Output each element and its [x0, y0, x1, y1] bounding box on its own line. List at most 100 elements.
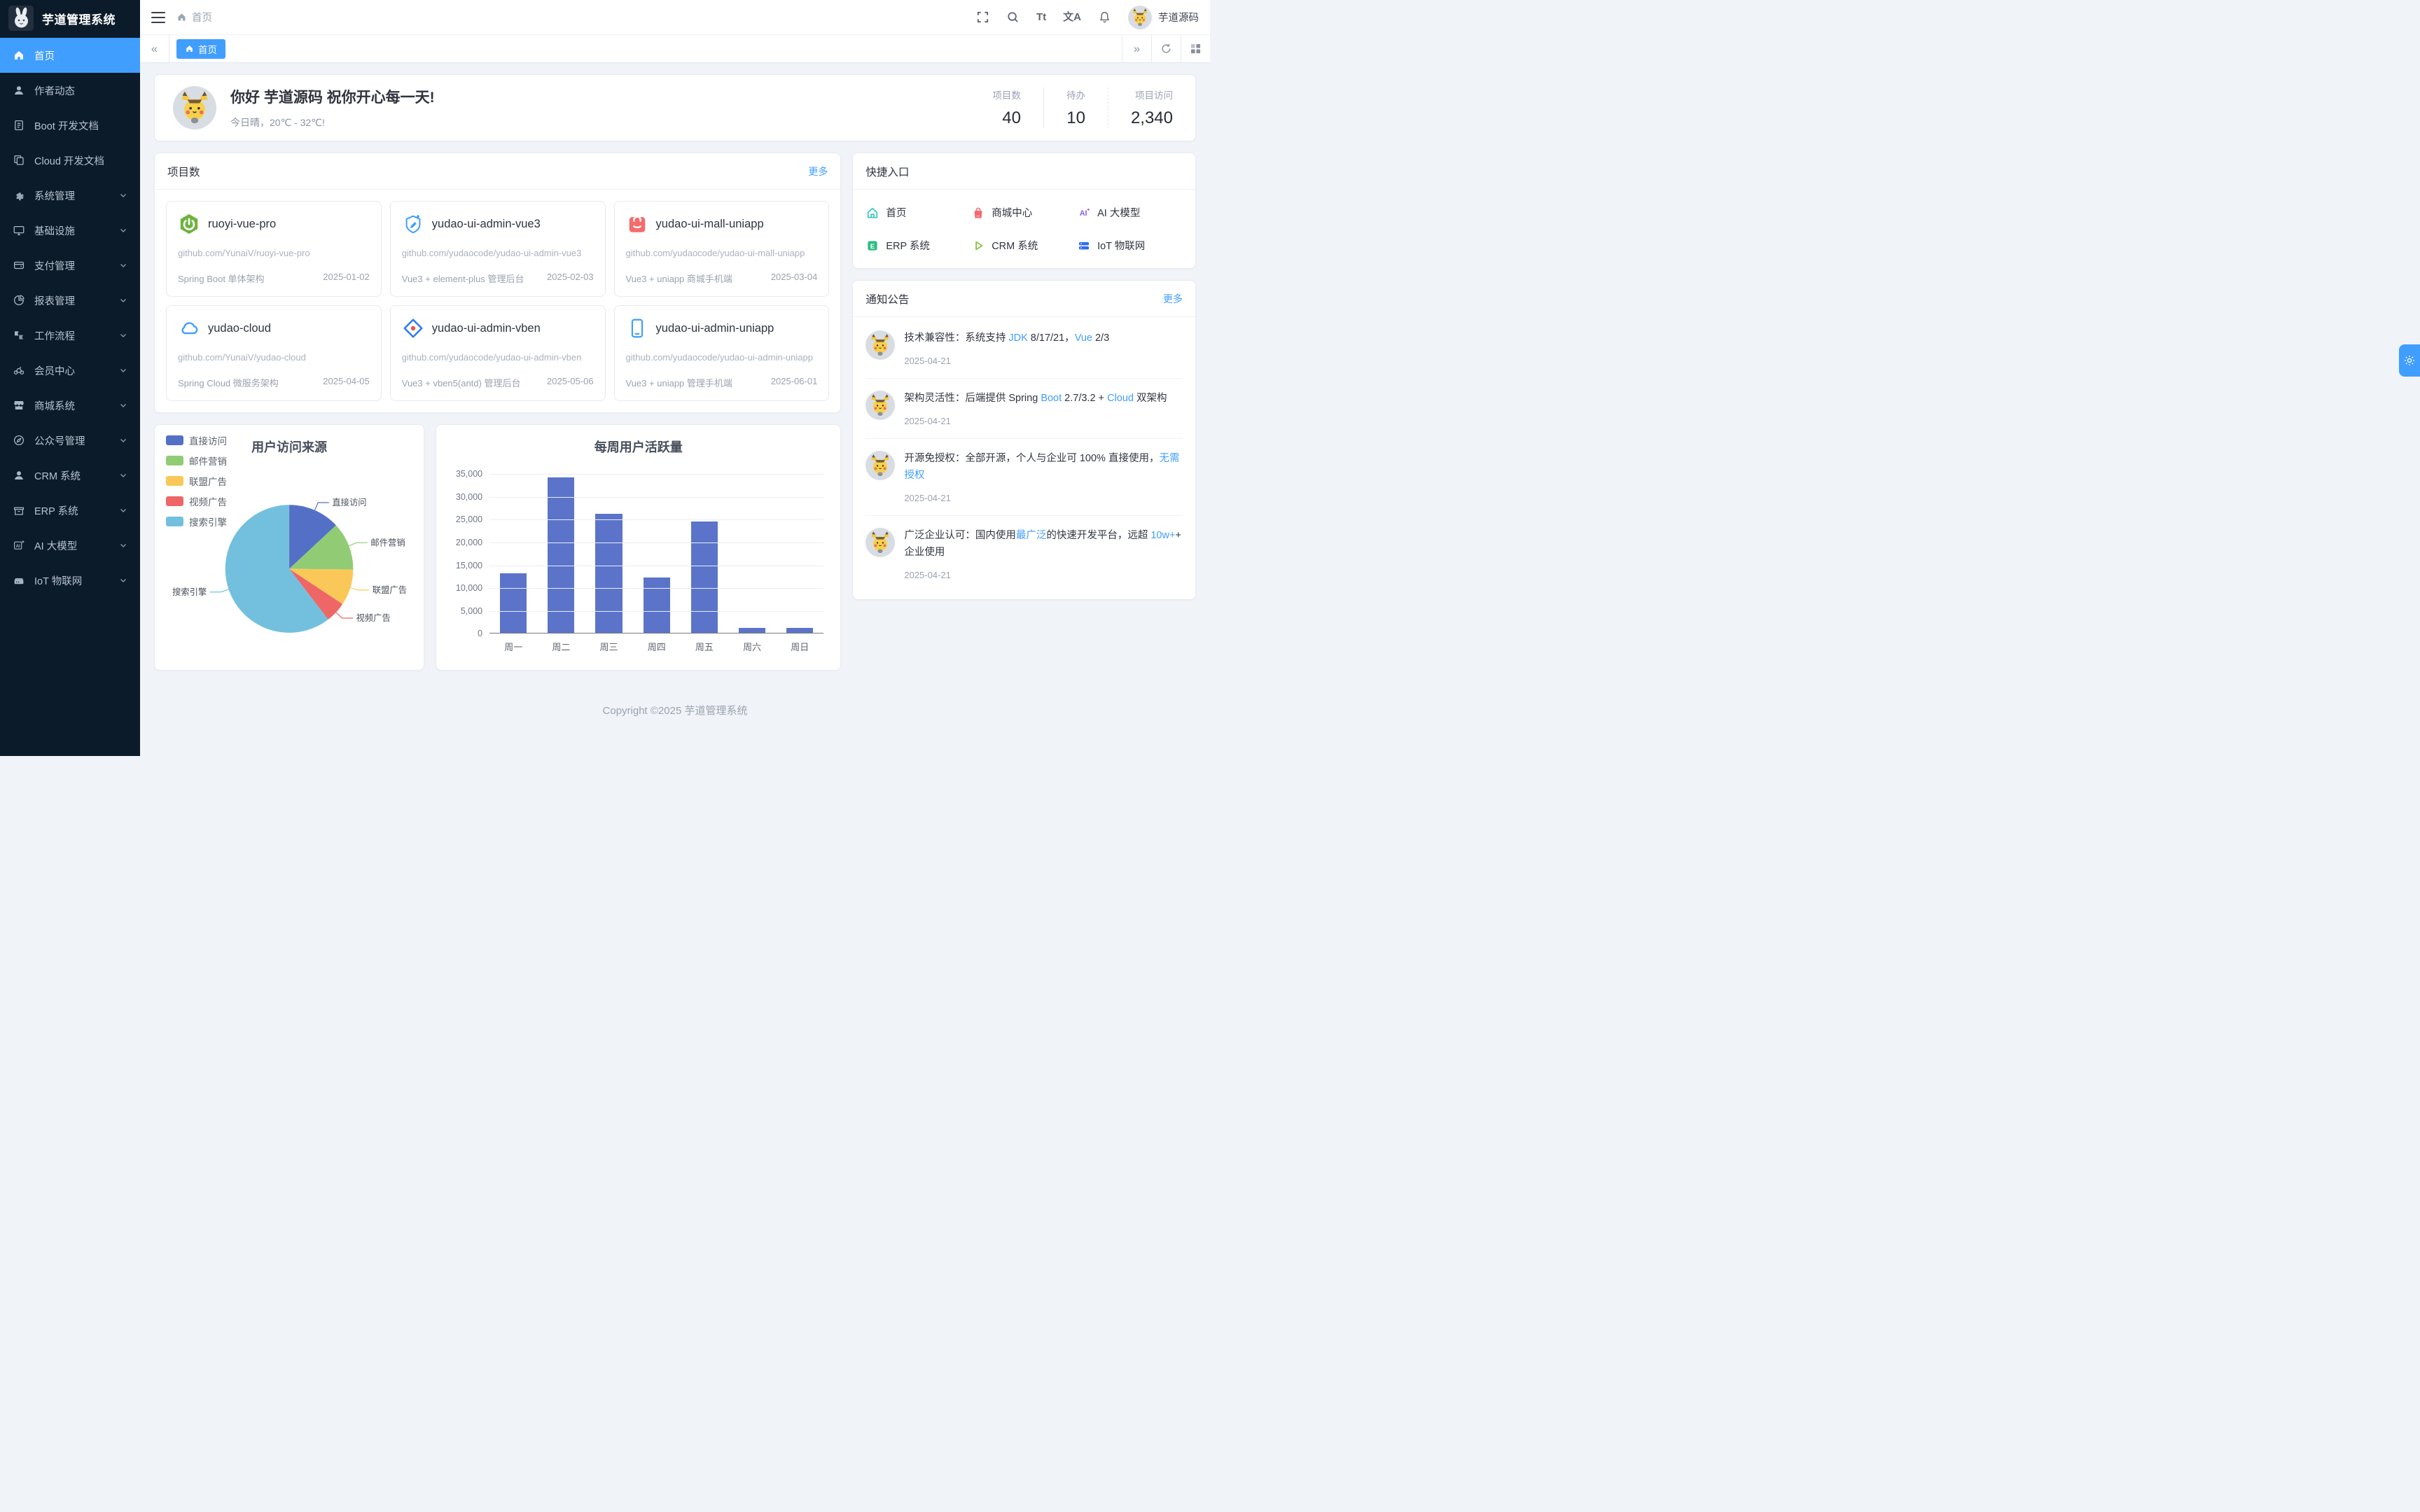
main-column: 首页 Tt 文A 芋道源码 « 首页 » [140, 0, 1210, 756]
project-card-yudao-ui-admin-vue3[interactable]: yudao-ui-admin-vue3github.com/yudaocode/… [390, 201, 606, 297]
project-card-yudao-cloud[interactable]: yudao-cloudgithub.com/YunaiV/yudao-cloud… [166, 305, 382, 401]
sidebar-item-wallet[interactable]: 支付管理 [0, 248, 140, 283]
notice-title: 技术兼容性：系统支持 JDK 8/17/21，Vue 2/3 [904, 330, 1183, 347]
sidebar-item-shop[interactable]: 商城系统 [0, 388, 140, 423]
notice-text: 2.7/3.2 + [1062, 393, 1107, 404]
legend-item[interactable]: 搜索引擎 [166, 514, 227, 528]
stat-待办: 待办10 [1043, 88, 1108, 128]
legend-item[interactable]: 联盟广告 [166, 474, 227, 488]
shortcut-sc-crm[interactable]: CRM 系统 [971, 238, 1077, 253]
header-actions: Tt 文A 芋道源码 [976, 6, 1199, 29]
svg-text:AI: AI [16, 545, 20, 549]
charts-row: 用户访问来源 直接访问邮件营销联盟广告视频广告搜索引擎 直接访问邮件营销联盟广告… [154, 424, 841, 671]
bar-chart: 35,00030,00025,00020,00015,00010,0005,00… [446, 474, 830, 634]
user-menu[interactable]: 芋道源码 [1128, 6, 1199, 29]
gridline [489, 611, 823, 612]
shortcut-sc-ai[interactable]: AIAI 大模型 [1077, 205, 1183, 220]
sidebar-item-monitor[interactable]: 基础设施 [0, 213, 140, 248]
user-avatar [1128, 6, 1152, 29]
sidebar-item-pie-chart[interactable]: 报表管理 [0, 283, 140, 318]
sidebar-item-workflow[interactable]: 工作流程 [0, 318, 140, 353]
font-size-icon[interactable]: Tt [1036, 12, 1046, 22]
legend-item[interactable]: 直接访问 [166, 433, 227, 447]
bar-chart-card: 每周用户活跃量 35,00030,00025,00020,00015,00010… [436, 424, 841, 671]
legend-label: 搜索引擎 [189, 514, 227, 528]
notice-item-1[interactable]: 技术兼容性：系统支持 JDK 8/17/21，Vue 2/32025-04-21 [865, 318, 1183, 379]
y-axis-tick: 35,000 [456, 469, 482, 479]
sidebar-item-box[interactable]: ERP 系统 [0, 493, 140, 528]
y-axis-tick: 10,000 [456, 583, 482, 593]
legend-item[interactable]: 视频广告 [166, 494, 227, 508]
notice-item-2[interactable]: 架构灵活性：后端提供 Spring Boot 2.7/3.2 + Cloud 双… [865, 379, 1183, 439]
tabs-scroll-left-icon[interactable]: « [140, 35, 169, 62]
sidebar-item-label: CRM 系统 [34, 468, 81, 483]
notification-bell-icon[interactable] [1098, 10, 1111, 24]
notice-text: 开源免授权：全部开源，个人与企业可 100% 直接使用， [904, 453, 1159, 464]
sidebar-item-document[interactable]: Boot 开发文档 [0, 108, 140, 143]
sidebar-item-user[interactable]: 作者动态 [0, 73, 140, 108]
sidebar-item-gear[interactable]: 系统管理 [0, 178, 140, 213]
sidebar-item-crm-user[interactable]: CRM 系统 [0, 458, 140, 493]
project-name: yudao-ui-mall-uniapp [656, 218, 764, 231]
project-card-yudao-ui-admin-uniapp[interactable]: yudao-ui-admin-uniappgithub.com/yudaocod… [614, 305, 830, 401]
x-axis-label: 周日 [776, 640, 823, 653]
shortcut-label: AI 大模型 [1097, 205, 1140, 220]
stat-label: 项目数 [992, 88, 1021, 102]
notice-avatar [865, 451, 895, 480]
left-column: 项目数 更多 ruoyi-vue-progithub.com/YunaiV/ru… [154, 153, 841, 682]
crm-user-icon [13, 469, 25, 482]
project-desc: Spring Boot 单体架构 [178, 272, 265, 285]
tab-home[interactable]: 首页 [176, 39, 225, 59]
menu-collapse-icon[interactable] [151, 12, 165, 23]
notice-item-3[interactable]: 开源免授权：全部开源，个人与企业可 100% 直接使用，无需授权2025-04-… [865, 439, 1183, 516]
legend-swatch [166, 496, 183, 506]
tabs-layout-grid-icon[interactable] [1181, 35, 1210, 62]
user-name: 芋道源码 [1158, 10, 1199, 24]
sidebar-item-ai[interactable]: AIAI 大模型 [0, 528, 140, 563]
theme-settings-button[interactable] [2399, 344, 2420, 377]
project-date: 2025-01-02 [323, 272, 370, 285]
sc-erp-icon: E [865, 239, 879, 253]
projects-more-link[interactable]: 更多 [808, 164, 828, 178]
shortcut-sc-erp[interactable]: EERP 系统 [865, 238, 971, 253]
shortcut-sc-home[interactable]: 首页 [865, 205, 971, 220]
notice-title: 架构灵活性：后端提供 Spring Boot 2.7/3.2 + Cloud 双… [904, 391, 1183, 407]
copyright-footer: Copyright ©2025 芋道管理系统 [154, 682, 1196, 729]
notice-text: 技术兼容性：系统支持 [904, 332, 1008, 344]
search-icon[interactable] [1006, 10, 1020, 24]
sidebar-item-label: 支付管理 [34, 258, 75, 273]
tabs-scroll-right-icon[interactable]: » [1122, 35, 1151, 62]
notice-item-4[interactable]: 广泛企业认可：国内使用最广泛的快速开发平台，远超 10w++ 企业使用2025-… [865, 516, 1183, 592]
fullscreen-icon[interactable] [976, 10, 989, 24]
breadcrumb[interactable]: 首页 [176, 10, 212, 24]
shortcut-sc-iot[interactable]: IoT 物联网 [1077, 238, 1183, 253]
notices-title: 通知公告 [865, 291, 909, 307]
locale-icon[interactable]: 文A [1063, 12, 1081, 22]
app-brand[interactable]: 芋道管理系统 [0, 0, 140, 36]
svg-text:邮件营销: 邮件营销 [370, 538, 405, 548]
sidebar-item-copy-document[interactable]: Cloud 开发文档 [0, 143, 140, 178]
legend-item[interactable]: 邮件营销 [166, 454, 227, 468]
project-card-yudao-ui-mall-uniapp[interactable]: yudao-ui-mall-uniappgithub.com/yudaocode… [614, 201, 830, 297]
project-card-ruoyi-vue-pro[interactable]: ruoyi-vue-progithub.com/YunaiV/ruoyi-vue… [166, 201, 382, 297]
notice-text: 8/17/21， [1028, 332, 1075, 344]
notices-more-link[interactable]: 更多 [1163, 292, 1183, 306]
copy-document-icon [13, 154, 25, 167]
notice-avatar [865, 391, 895, 420]
shortcut-sc-mall[interactable]: 商城中心 [971, 205, 1077, 220]
project-name: ruoyi-vue-pro [208, 218, 276, 231]
bar-周三 [595, 514, 622, 634]
legend-label: 联盟广告 [189, 474, 227, 488]
sidebar-item-label: 基础设施 [34, 223, 75, 238]
vben-diamond-icon [402, 317, 424, 340]
sidebar-item-bicycle[interactable]: 会员中心 [0, 353, 140, 388]
tabs-refresh-icon[interactable] [1151, 35, 1181, 62]
project-name: yudao-ui-admin-vben [432, 322, 541, 335]
project-card-yudao-ui-admin-vben[interactable]: yudao-ui-admin-vbengithub.com/yudaocode/… [390, 305, 606, 401]
sidebar-item-iot[interactable]: IoT 物联网 [0, 563, 140, 598]
y-axis-tick: 15,000 [456, 561, 482, 570]
sidebar-item-home[interactable]: 首页 [0, 38, 140, 73]
project-date: 2025-06-01 [771, 376, 818, 389]
sidebar-item-compass[interactable]: 公众号管理 [0, 423, 140, 458]
mall-bag-icon [626, 213, 648, 235]
